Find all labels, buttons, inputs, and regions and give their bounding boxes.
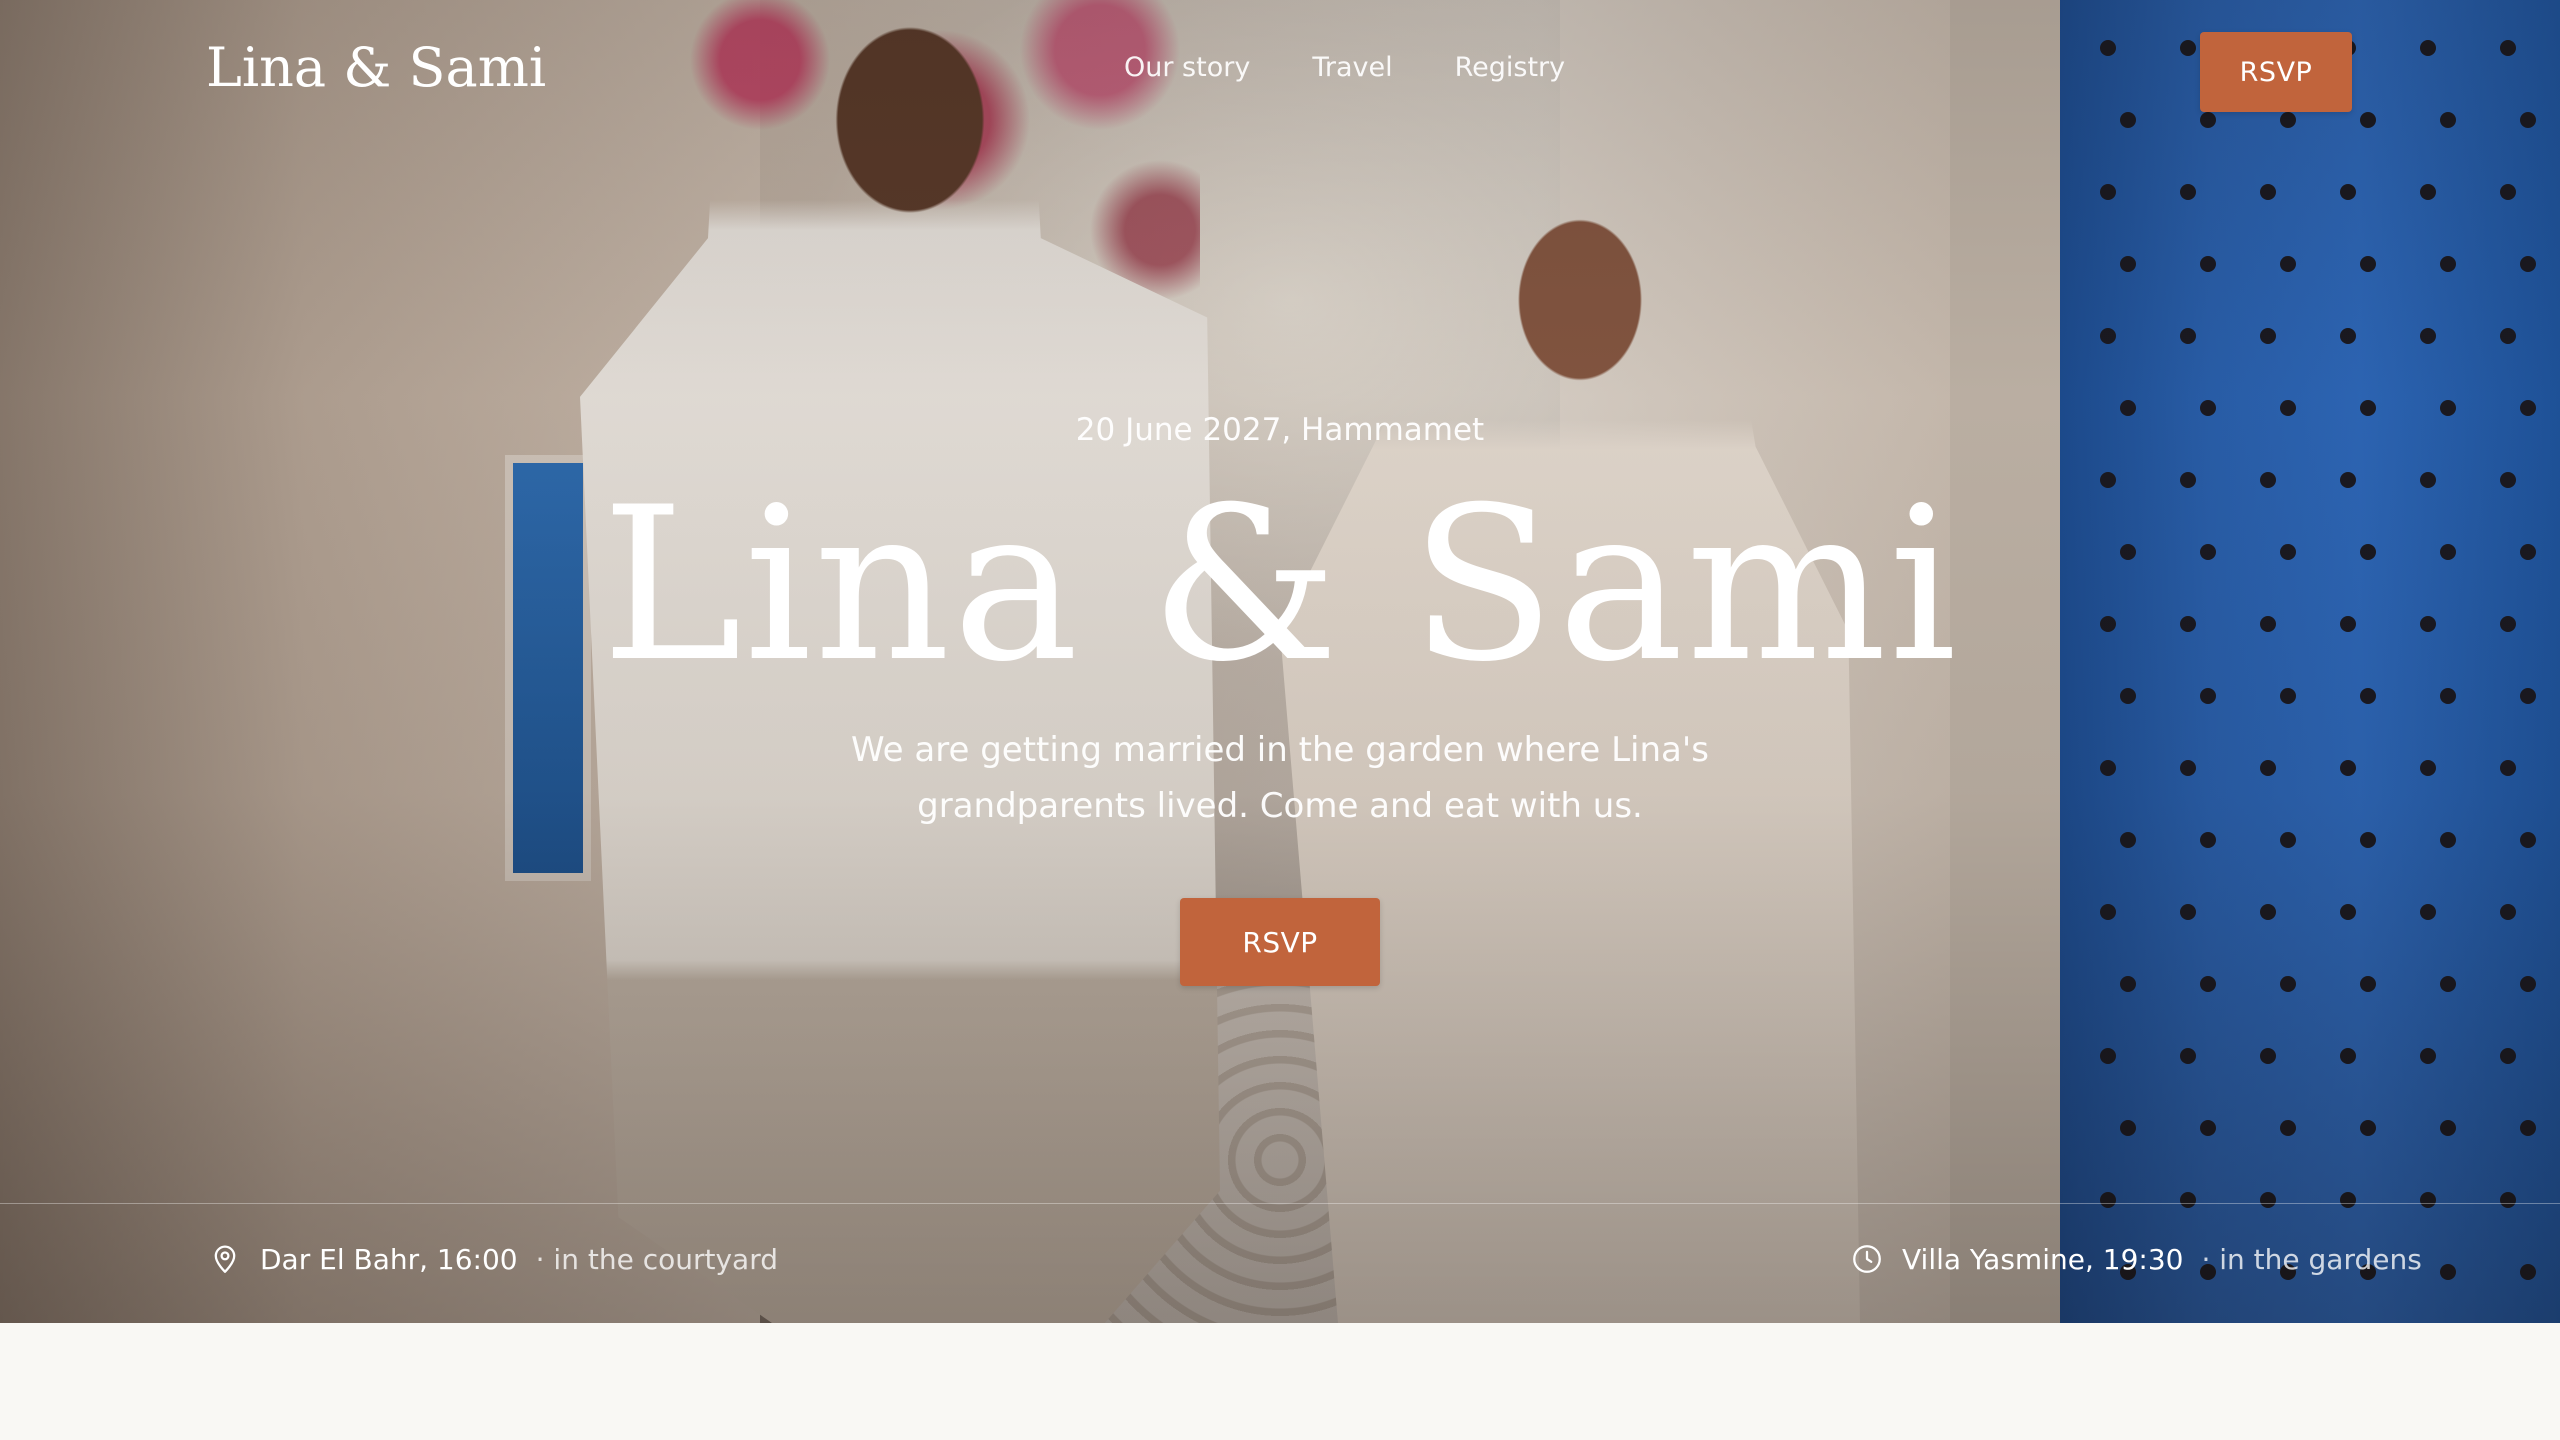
hero-section: Lina & Sami Our story Travel Registry RS… <box>0 0 2560 1323</box>
reception-note: · in the gardens <box>2201 1242 2422 1276</box>
hero-subtitle: We are getting married in the garden whe… <box>851 730 1709 826</box>
page-content-below-hero <box>0 1323 2560 1440</box>
clock-icon <box>1850 1242 1884 1276</box>
ceremony-note: · in the courtyard <box>535 1242 778 1276</box>
hero-rsvp-button[interactable]: RSVP <box>1180 898 1380 986</box>
details-divider <box>0 1203 2560 1204</box>
nav-link-travel[interactable]: Travel <box>1312 52 1392 83</box>
hero-title: Lina & Sami <box>601 461 1959 708</box>
ceremony-details: Dar El Bahr, 16:00 · in the courtyard <box>208 1242 778 1276</box>
map-pin-icon <box>208 1242 242 1276</box>
ceremony-venue-time: Dar El Bahr, 16:00 <box>260 1242 518 1276</box>
reception-details: Villa Yasmine, 19:30 · in the gardens <box>1850 1242 2422 1276</box>
site-logo[interactable]: Lina & Sami <box>206 36 546 99</box>
nav-link-registry[interactable]: Registry <box>1455 52 1566 83</box>
nav-link-our-story[interactable]: Our story <box>1124 52 1250 83</box>
reception-venue-time: Villa Yasmine, 19:30 <box>1902 1242 2184 1276</box>
wedding-date-place: 20 June 2027, Hammamet <box>1075 412 1485 448</box>
header-rsvp-button[interactable]: RSVP <box>2200 32 2352 112</box>
main-nav: Our story Travel Registry <box>1124 52 1565 83</box>
